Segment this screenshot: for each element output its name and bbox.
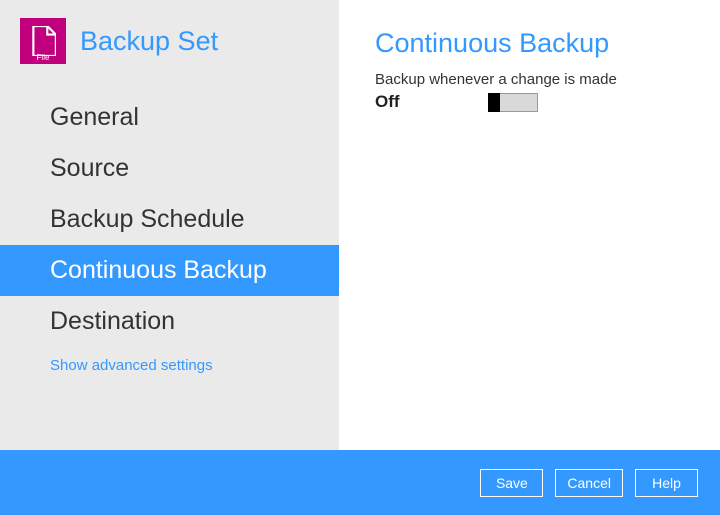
section-description: Backup whenever a change is made xyxy=(375,71,690,88)
save-button[interactable]: Save xyxy=(480,469,543,497)
file-icon-caption: File xyxy=(37,54,50,62)
sidebar-item-destination[interactable]: Destination xyxy=(0,296,339,347)
nav: General Source Backup Schedule Continuou… xyxy=(0,74,339,374)
sidebar-item-continuous-backup[interactable]: Continuous Backup xyxy=(0,245,339,296)
toggle-knob xyxy=(488,93,500,112)
sidebar-header: File Backup Set xyxy=(0,0,339,74)
section-title: Continuous Backup xyxy=(375,28,690,59)
show-advanced-settings-link[interactable]: Show advanced settings xyxy=(0,347,339,374)
continuous-backup-toggle-row: Off xyxy=(375,92,690,112)
sidebar: File Backup Set General Source Backup Sc… xyxy=(0,0,339,450)
sidebar-item-source[interactable]: Source xyxy=(0,143,339,194)
page-title: Backup Set xyxy=(80,26,218,57)
file-icon: File xyxy=(20,18,66,64)
cancel-button[interactable]: Cancel xyxy=(555,469,623,497)
sidebar-item-general[interactable]: General xyxy=(0,92,339,143)
help-button[interactable]: Help xyxy=(635,469,698,497)
sidebar-item-backup-schedule[interactable]: Backup Schedule xyxy=(0,194,339,245)
footer-bar: Save Cancel Help xyxy=(0,450,720,515)
continuous-backup-toggle[interactable] xyxy=(488,93,538,112)
toggle-state-label: Off xyxy=(375,92,400,112)
main-panel: Continuous Backup Backup whenever a chan… xyxy=(339,0,720,450)
